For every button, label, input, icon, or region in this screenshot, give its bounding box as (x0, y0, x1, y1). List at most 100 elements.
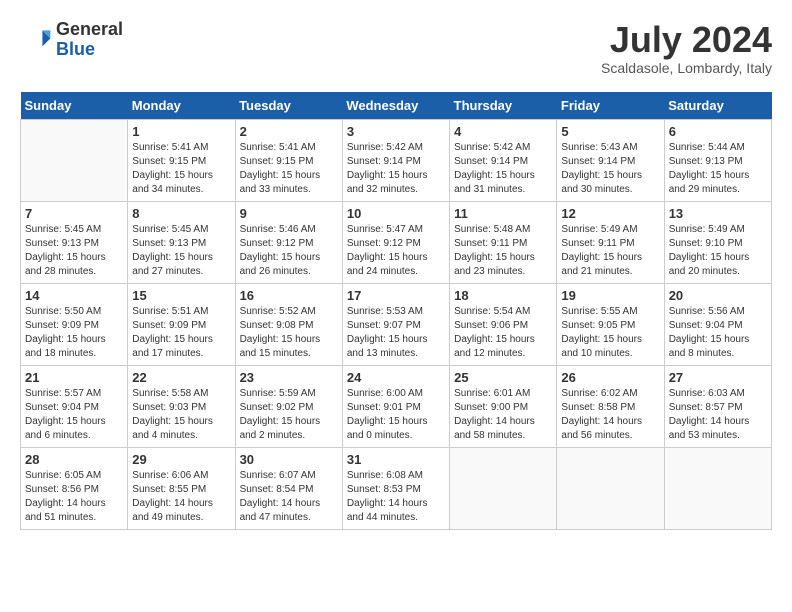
cell-content: Sunrise: 5:44 AM Sunset: 9:13 PM Dayligh… (669, 141, 767, 197)
day-number: 7 (25, 206, 123, 221)
cell-content: Sunrise: 5:51 AM Sunset: 9:09 PM Dayligh… (132, 305, 230, 361)
day-number: 5 (561, 124, 659, 139)
cell-content: Sunrise: 5:41 AM Sunset: 9:15 PM Dayligh… (132, 141, 230, 197)
cell-content: Sunrise: 5:49 AM Sunset: 9:10 PM Dayligh… (669, 223, 767, 279)
day-number: 13 (669, 206, 767, 221)
calendar-week-row: 14 Sunrise: 5:50 AM Sunset: 9:09 PM Dayli… (21, 283, 772, 365)
cell-content: Sunrise: 5:42 AM Sunset: 9:14 PM Dayligh… (454, 141, 552, 197)
calendar-cell (450, 447, 557, 529)
calendar-cell: 24 Sunrise: 6:00 AM Sunset: 9:01 PM Dayli… (342, 365, 449, 447)
cell-content: Sunrise: 6:02 AM Sunset: 8:58 PM Dayligh… (561, 387, 659, 443)
cell-content: Sunrise: 6:06 AM Sunset: 8:55 PM Dayligh… (132, 469, 230, 525)
day-number: 9 (240, 206, 338, 221)
day-number: 16 (240, 288, 338, 303)
weekday-header: Thursday (450, 92, 557, 120)
cell-content: Sunrise: 5:41 AM Sunset: 9:15 PM Dayligh… (240, 141, 338, 197)
cell-content: Sunrise: 5:50 AM Sunset: 9:09 PM Dayligh… (25, 305, 123, 361)
calendar-cell: 6 Sunrise: 5:44 AM Sunset: 9:13 PM Daylig… (664, 119, 771, 201)
calendar-cell: 15 Sunrise: 5:51 AM Sunset: 9:09 PM Dayli… (128, 283, 235, 365)
day-number: 3 (347, 124, 445, 139)
calendar-cell: 22 Sunrise: 5:58 AM Sunset: 9:03 PM Dayli… (128, 365, 235, 447)
day-number: 20 (669, 288, 767, 303)
calendar-cell: 21Sunrise: 5:57 AM Sunset: 9:04 PM Dayli… (21, 365, 128, 447)
day-number: 6 (669, 124, 767, 139)
page-header: General Blue July 2024 Scaldasole, Lomba… (20, 20, 772, 76)
calendar-cell: 11Sunrise: 5:48 AM Sunset: 9:11 PM Dayli… (450, 201, 557, 283)
day-number: 10 (347, 206, 445, 221)
day-number: 25 (454, 370, 552, 385)
day-number: 30 (240, 452, 338, 467)
day-number: 19 (561, 288, 659, 303)
weekday-header: Wednesday (342, 92, 449, 120)
calendar-cell: 19 Sunrise: 5:55 AM Sunset: 9:05 PM Dayli… (557, 283, 664, 365)
cell-content: Sunrise: 6:00 AM Sunset: 9:01 PM Dayligh… (347, 387, 445, 443)
calendar-cell: 5 Sunrise: 5:43 AM Sunset: 9:14 PM Daylig… (557, 119, 664, 201)
weekday-header: Sunday (21, 92, 128, 120)
calendar-cell: 2 Sunrise: 5:41 AM Sunset: 9:15 PM Daylig… (235, 119, 342, 201)
calendar-week-row: 21Sunrise: 5:57 AM Sunset: 9:04 PM Dayli… (21, 365, 772, 447)
calendar-cell: 1Sunrise: 5:41 AM Sunset: 9:15 PM Daylig… (128, 119, 235, 201)
day-number: 27 (669, 370, 767, 385)
weekday-header: Tuesday (235, 92, 342, 120)
cell-content: Sunrise: 6:03 AM Sunset: 8:57 PM Dayligh… (669, 387, 767, 443)
calendar-cell: 23Sunrise: 5:59 AM Sunset: 9:02 PM Dayli… (235, 365, 342, 447)
cell-content: Sunrise: 6:01 AM Sunset: 9:00 PM Dayligh… (454, 387, 552, 443)
cell-content: Sunrise: 5:57 AM Sunset: 9:04 PM Dayligh… (25, 387, 123, 443)
calendar-cell: 27 Sunrise: 6:03 AM Sunset: 8:57 PM Dayli… (664, 365, 771, 447)
calendar-cell: 14 Sunrise: 5:50 AM Sunset: 9:09 PM Dayli… (21, 283, 128, 365)
cell-content: Sunrise: 5:59 AM Sunset: 9:02 PM Dayligh… (240, 387, 338, 443)
cell-content: Sunrise: 6:07 AM Sunset: 8:54 PM Dayligh… (240, 469, 338, 525)
calendar-cell: 25 Sunrise: 6:01 AM Sunset: 9:00 PM Dayli… (450, 365, 557, 447)
cell-content: Sunrise: 5:45 AM Sunset: 9:13 PM Dayligh… (25, 223, 123, 279)
calendar-week-row: 28 Sunrise: 6:05 AM Sunset: 8:56 PM Dayli… (21, 447, 772, 529)
cell-content: Sunrise: 5:43 AM Sunset: 9:14 PM Dayligh… (561, 141, 659, 197)
cell-content: Sunrise: 5:53 AM Sunset: 9:07 PM Dayligh… (347, 305, 445, 361)
calendar-cell: 20Sunrise: 5:56 AM Sunset: 9:04 PM Dayli… (664, 283, 771, 365)
calendar-cell: 28 Sunrise: 6:05 AM Sunset: 8:56 PM Dayli… (21, 447, 128, 529)
cell-content: Sunrise: 6:05 AM Sunset: 8:56 PM Dayligh… (25, 469, 123, 525)
cell-content: Sunrise: 5:52 AM Sunset: 9:08 PM Dayligh… (240, 305, 338, 361)
day-number: 24 (347, 370, 445, 385)
calendar-cell: 13 Sunrise: 5:49 AM Sunset: 9:10 PM Dayli… (664, 201, 771, 283)
calendar-header: SundayMondayTuesdayWednesdayThursdayFrid… (21, 92, 772, 120)
calendar-table: SundayMondayTuesdayWednesdayThursdayFrid… (20, 92, 772, 530)
location-subtitle: Scaldasole, Lombardy, Italy (601, 60, 772, 76)
month-title: July 2024 (601, 20, 772, 60)
calendar-cell: 29Sunrise: 6:06 AM Sunset: 8:55 PM Dayli… (128, 447, 235, 529)
cell-content: Sunrise: 5:45 AM Sunset: 9:13 PM Dayligh… (132, 223, 230, 279)
day-number: 28 (25, 452, 123, 467)
calendar-cell (21, 119, 128, 201)
day-number: 31 (347, 452, 445, 467)
calendar-cell (664, 447, 771, 529)
cell-content: Sunrise: 6:08 AM Sunset: 8:53 PM Dayligh… (347, 469, 445, 525)
day-number: 4 (454, 124, 552, 139)
calendar-cell: 3Sunrise: 5:42 AM Sunset: 9:14 PM Daylig… (342, 119, 449, 201)
cell-content: Sunrise: 5:47 AM Sunset: 9:12 PM Dayligh… (347, 223, 445, 279)
calendar-week-row: 7 Sunrise: 5:45 AM Sunset: 9:13 PM Daylig… (21, 201, 772, 283)
calendar-cell: 8Sunrise: 5:45 AM Sunset: 9:13 PM Daylig… (128, 201, 235, 283)
calendar-cell: 7 Sunrise: 5:45 AM Sunset: 9:13 PM Daylig… (21, 201, 128, 283)
calendar-cell: 9 Sunrise: 5:46 AM Sunset: 9:12 PM Daylig… (235, 201, 342, 283)
logo-text: General Blue (56, 20, 123, 60)
day-number: 17 (347, 288, 445, 303)
calendar-cell: 31 Sunrise: 6:08 AM Sunset: 8:53 PM Dayli… (342, 447, 449, 529)
calendar-cell (557, 447, 664, 529)
cell-content: Sunrise: 5:48 AM Sunset: 9:11 PM Dayligh… (454, 223, 552, 279)
logo-icon (20, 24, 52, 56)
day-number: 22 (132, 370, 230, 385)
day-number: 12 (561, 206, 659, 221)
calendar-cell: 30 Sunrise: 6:07 AM Sunset: 8:54 PM Dayli… (235, 447, 342, 529)
day-number: 14 (25, 288, 123, 303)
day-number: 15 (132, 288, 230, 303)
cell-content: Sunrise: 5:55 AM Sunset: 9:05 PM Dayligh… (561, 305, 659, 361)
day-number: 2 (240, 124, 338, 139)
weekday-header: Saturday (664, 92, 771, 120)
cell-content: Sunrise: 5:58 AM Sunset: 9:03 PM Dayligh… (132, 387, 230, 443)
cell-content: Sunrise: 5:49 AM Sunset: 9:11 PM Dayligh… (561, 223, 659, 279)
calendar-cell: 10 Sunrise: 5:47 AM Sunset: 9:12 PM Dayli… (342, 201, 449, 283)
cell-content: Sunrise: 5:46 AM Sunset: 9:12 PM Dayligh… (240, 223, 338, 279)
day-number: 26 (561, 370, 659, 385)
calendar-cell: 26 Sunrise: 6:02 AM Sunset: 8:58 PM Dayli… (557, 365, 664, 447)
calendar-cell: 16 Sunrise: 5:52 AM Sunset: 9:08 PM Dayli… (235, 283, 342, 365)
day-number: 18 (454, 288, 552, 303)
